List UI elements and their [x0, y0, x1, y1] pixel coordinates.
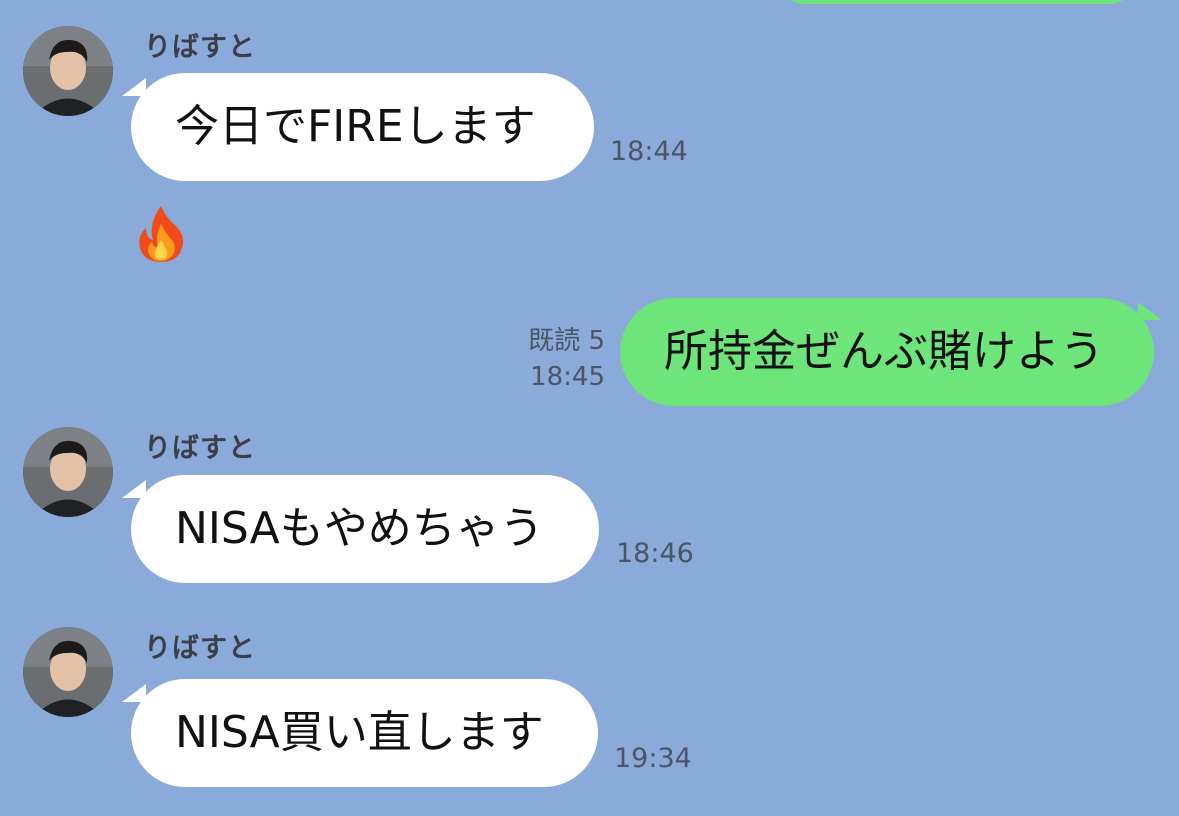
chat-area[interactable]: りばすと 今日でFIREします 18:44 既読 5 18:45 所持金ぜんぶ賭… [0, 0, 1179, 816]
message-time: 18:46 [616, 538, 694, 569]
fire-emoji [139, 206, 184, 262]
sender-name: りばすと [144, 633, 256, 664]
message-bubble[interactable]: 今日でFIREします [131, 73, 594, 181]
message-bubble[interactable]: NISAもやめちゃう [131, 475, 599, 583]
avatar[interactable] [23, 627, 113, 717]
message-time: 18:45 [530, 362, 605, 392]
avatar-photo [23, 26, 113, 116]
sender-name: りばすと [144, 433, 256, 464]
message-bubble-outgoing[interactable]: 所持金ぜんぶ賭けよう [620, 298, 1154, 406]
fire-emoji-message[interactable] [136, 204, 186, 264]
message-time: 19:34 [614, 743, 692, 774]
sender-name: りばすと [144, 32, 256, 63]
previous-message-bubble[interactable] [782, 0, 1132, 4]
avatar[interactable] [23, 26, 113, 116]
message-time: 18:44 [610, 136, 688, 167]
avatar-photo [23, 627, 113, 717]
message-bubble[interactable]: NISA買い直します [131, 679, 598, 787]
read-receipt: 既読 5 [528, 326, 605, 356]
avatar[interactable] [23, 427, 113, 517]
avatar-photo [23, 427, 113, 517]
